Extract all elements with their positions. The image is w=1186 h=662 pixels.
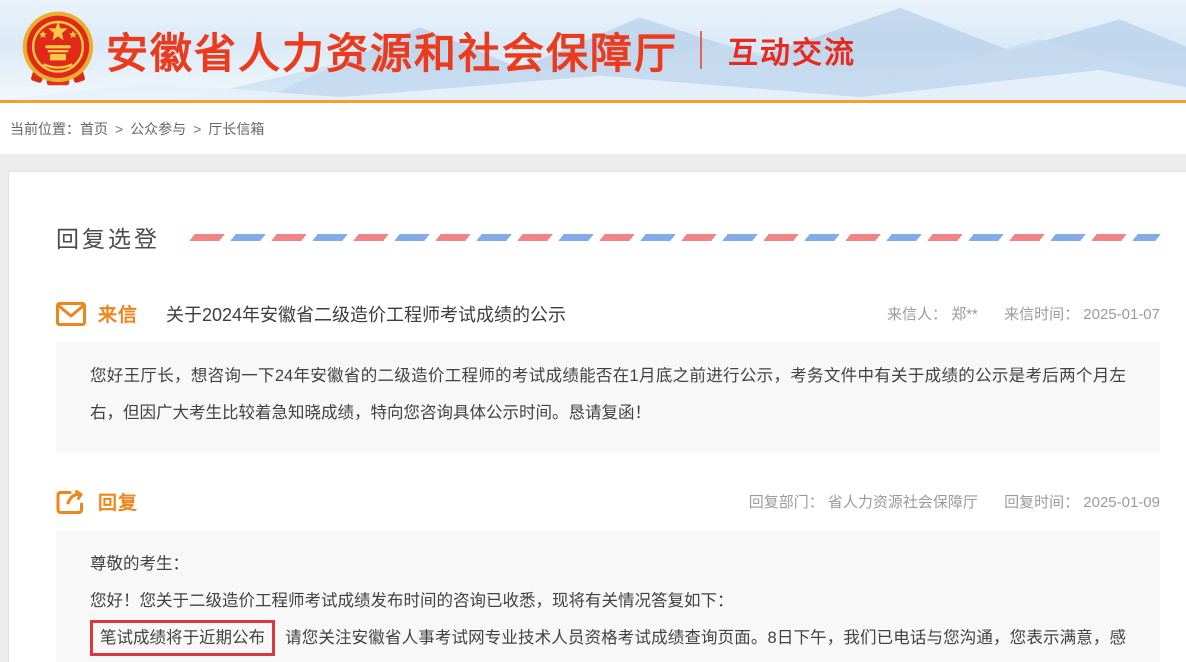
airmail-dashed-line — [189, 234, 1160, 241]
reply-body: 尊敬的考生： 您好！您关于二级造价工程师考试成绩发布时间的咨询已收悉，现将有关情… — [56, 530, 1160, 662]
reply-date-label: 回复时间： — [1004, 494, 1079, 511]
letter-date: 2025-01-07 — [1083, 306, 1160, 323]
breadcrumb-public-participation-link[interactable]: 公众参与 — [130, 119, 186, 139]
letter-body-text: 您好王厅长，想咨询一下24年安徽省的二级造价工程师的考试成绩能否在1月底之前进行… — [90, 358, 1126, 432]
letter-title: 关于2024年安徽省二级造价工程师考试成绩的公示 — [166, 301, 566, 327]
reply-dept-label: 回复部门： — [749, 494, 824, 511]
letter-tag: 来信 — [98, 300, 138, 327]
reply-date: 2025-01-09 — [1083, 494, 1160, 511]
letter-sender-label: 来信人： — [887, 306, 947, 323]
breadcrumb-director-mailbox-link[interactable]: 厅长信箱 — [208, 119, 264, 139]
letter-date-label: 来信时间： — [1004, 306, 1079, 323]
letter-sender: 郑** — [951, 306, 978, 323]
letter-meta: 来信人： 郑** 来信时间： 2025-01-07 — [887, 303, 1160, 324]
reply-icon — [56, 489, 86, 515]
channel-title: 互动交流 — [728, 28, 856, 72]
envelope-icon — [56, 301, 86, 327]
breadcrumb-label: 当前位置： — [10, 119, 80, 139]
reply-tag: 回复 — [98, 488, 138, 515]
title-divider — [700, 31, 702, 69]
breadcrumb-home-link[interactable]: 首页 — [80, 119, 108, 139]
highlighted-answer: 笔试成绩将于近期公布 — [90, 620, 275, 656]
breadcrumb-separator: > — [193, 121, 201, 137]
site-title: 安徽省人力资源和社会保障厅 — [106, 20, 678, 81]
reply-dept: 省人力资源社会保障厅 — [828, 494, 978, 511]
breadcrumb-separator: > — [115, 121, 123, 137]
site-header: 安徽省人力资源和社会保障厅 互动交流 — [0, 0, 1186, 103]
letter-body: 您好王厅长，想咨询一下24年安徽省的二级造价工程师的考试成绩能否在1月底之前进行… — [56, 342, 1160, 452]
reply-intro: 您好！您关于二级造价工程师考试成绩发布时间的咨询已收悉，现将有关情况答复如下： — [90, 583, 1126, 620]
letter-header: 来信 关于2024年安徽省二级造价工程师考试成绩的公示 来信人： 郑** 来信时… — [56, 300, 1160, 327]
section-head: 回复选登 — [56, 220, 1160, 254]
reply-answer: 笔试成绩将于近期公布请您关注安徽省人事考试网专业技术人员资格考试成绩查询页面。8… — [90, 620, 1126, 662]
breadcrumb: 当前位置： 首页 > 公众参与 > 厅长信箱 — [0, 103, 1186, 155]
section-title: 回复选登 — [56, 220, 160, 254]
content-card: 回复选登 来信 关于2024年安徽省二级造价工程师考试成绩的公示 来信人： 郑*… — [8, 171, 1186, 662]
national-emblem-icon — [18, 8, 98, 92]
reply-salutation: 尊敬的考生： — [90, 546, 1126, 583]
reply-header: 回复 回复部门： 省人力资源社会保障厅 回复时间： 2025-01-09 — [56, 488, 1160, 515]
reply-meta: 回复部门： 省人力资源社会保障厅 回复时间： 2025-01-09 — [749, 491, 1160, 512]
